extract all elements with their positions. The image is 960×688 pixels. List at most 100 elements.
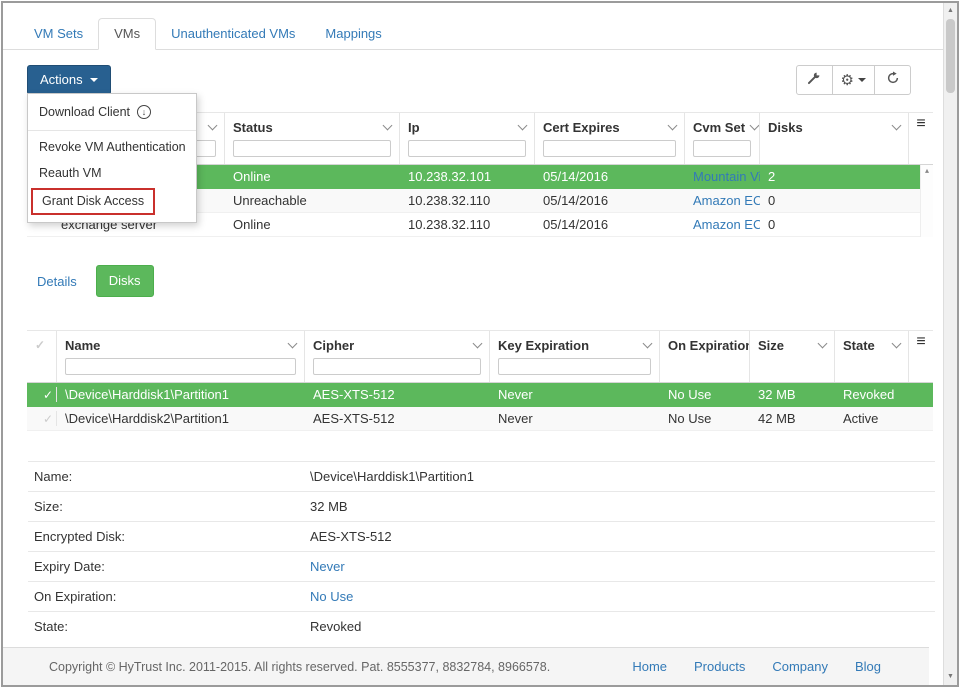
menu-item-grant-disk-access[interactable]: Grant Disk Access xyxy=(28,186,196,219)
grant-disk-access-highlight: Grant Disk Access xyxy=(31,188,155,215)
vm-column-cert-expires[interactable]: Cert Expires xyxy=(535,113,685,164)
scroll-down-arrow[interactable]: ▼ xyxy=(944,670,957,684)
wrench-button[interactable] xyxy=(796,65,833,95)
vm-cert-expires-cell: 05/14/2016 xyxy=(535,217,685,232)
detail-label: Encrypted Disk: xyxy=(28,529,310,544)
hamburger-icon: ≡ xyxy=(916,115,925,133)
check-icon[interactable]: ✓ xyxy=(35,412,53,426)
sort-chevron-icon[interactable] xyxy=(818,339,828,349)
menu-item-revoke-vm-authentication[interactable]: Revoke VM Authentication xyxy=(28,134,196,160)
detail-label: On Expiration: xyxy=(28,589,310,604)
vm-column-status[interactable]: Status xyxy=(225,113,400,164)
scrollbar-thumb[interactable] xyxy=(946,19,955,93)
subtab-details[interactable]: Details xyxy=(27,268,87,295)
filter-input-disk-name[interactable] xyxy=(65,358,296,375)
sort-chevron-icon[interactable] xyxy=(208,121,218,131)
tab-mappings[interactable]: Mappings xyxy=(310,19,396,49)
sort-chevron-icon[interactable] xyxy=(518,121,528,131)
scroll-up-icon[interactable]: ▴ xyxy=(925,166,929,175)
sort-chevron-icon[interactable] xyxy=(892,339,902,349)
detail-row-size: Size: 32 MB xyxy=(28,491,935,521)
cvm-set-link[interactable]: Mountain View xyxy=(693,169,760,184)
disk-column-name[interactable]: Name xyxy=(57,331,305,382)
main-content: VM Sets VMs Unauthenticated VMs Mappings… xyxy=(3,3,943,685)
sort-chevron-icon[interactable] xyxy=(668,121,678,131)
download-arrow-glyph: ↓ xyxy=(142,107,147,117)
column-label: Status xyxy=(233,120,273,135)
footer-link-home[interactable]: Home xyxy=(632,659,667,674)
disk-size-cell: 42 MB xyxy=(750,411,835,426)
hamburger-icon: ≡ xyxy=(916,333,925,351)
sort-chevron-icon[interactable] xyxy=(750,121,760,131)
filter-input-cert-expires[interactable] xyxy=(543,140,676,157)
menu-item-download-client[interactable]: Download Client ↓ xyxy=(28,97,196,127)
filter-input-cipher[interactable] xyxy=(313,358,481,375)
disk-state-cell: Active xyxy=(835,411,920,426)
cvm-set-link[interactable]: Amazon EC2 xyxy=(693,217,760,232)
detail-row-on-expiration: On Expiration: No Use xyxy=(28,581,935,611)
filter-input-cvm-set[interactable] xyxy=(693,140,751,157)
menu-item-reauth-vm[interactable]: Reauth VM xyxy=(28,160,196,186)
sort-chevron-icon[interactable] xyxy=(383,121,393,131)
on-expiration-link[interactable]: No Use xyxy=(310,589,353,604)
vm-ip-cell: 10.238.32.110 xyxy=(400,193,535,208)
column-label: Cvm Set xyxy=(693,120,745,135)
column-label: Name xyxy=(65,338,100,353)
footer-link-products[interactable]: Products xyxy=(694,659,745,674)
disk-details-panel: Name: \Device\Harddisk1\Partition1 Size:… xyxy=(28,461,935,641)
footer-link-company[interactable]: Company xyxy=(772,659,828,674)
cvm-set-link[interactable]: Amazon EC2 xyxy=(693,193,760,208)
disk-column-key-expiration[interactable]: Key Expiration xyxy=(490,331,660,382)
vm-cert-expires-cell: 05/14/2016 xyxy=(535,169,685,184)
sort-chevron-icon[interactable] xyxy=(892,121,902,131)
tab-unauthenticated-vms[interactable]: Unauthenticated VMs xyxy=(156,19,310,49)
refresh-button[interactable] xyxy=(874,65,911,95)
disk-columns-menu-button[interactable]: ≡ xyxy=(909,331,933,382)
gear-button[interactable]: ⚙ xyxy=(832,65,875,95)
sort-chevron-icon[interactable] xyxy=(643,339,653,349)
disk-column-on-expiration[interactable]: On Expiration xyxy=(660,331,750,382)
sort-chevron-icon[interactable] xyxy=(473,339,483,349)
actions-button[interactable]: Actions xyxy=(27,65,111,95)
disk-column-state[interactable]: State xyxy=(835,331,909,382)
vm-cvm-set-cell: Amazon EC2 xyxy=(685,217,760,232)
disk-cipher-cell: AES-XTS-512 xyxy=(305,411,490,426)
disk-row-selected[interactable]: ✓ \Device\Harddisk1\Partition1 AES-XTS-5… xyxy=(27,383,933,407)
actions-dropdown-menu: Download Client ↓ Revoke VM Authenticati… xyxy=(27,93,197,223)
column-label: Cert Expires xyxy=(543,120,620,135)
wrench-icon xyxy=(807,71,821,89)
filter-input-key-expiration[interactable] xyxy=(498,358,651,375)
subtab-disks[interactable]: Disks xyxy=(96,265,154,297)
caret-down-icon xyxy=(90,78,98,82)
tab-vm-sets[interactable]: VM Sets xyxy=(19,19,98,49)
check-icon[interactable]: ✓ xyxy=(35,388,53,402)
column-label: Disks xyxy=(768,120,803,135)
expiry-date-link[interactable]: Never xyxy=(310,559,345,574)
vm-column-ip[interactable]: Ip xyxy=(400,113,535,164)
vm-columns-menu-button[interactable]: ≡ xyxy=(909,113,933,164)
filter-input-status[interactable] xyxy=(233,140,391,157)
vm-disks-cell: 0 xyxy=(760,193,921,208)
column-label: On Expiration xyxy=(668,338,750,353)
disk-column-cipher[interactable]: Cipher xyxy=(305,331,490,382)
tab-vms[interactable]: VMs xyxy=(98,18,156,50)
disk-column-size[interactable]: Size xyxy=(750,331,835,382)
refresh-icon xyxy=(886,71,900,89)
scroll-up-arrow[interactable]: ▲ xyxy=(944,4,957,18)
disk-row[interactable]: ✓ \Device\Harddisk2\Partition1 AES-XTS-5… xyxy=(27,407,933,431)
disk-on-expiration-cell: No Use xyxy=(660,411,750,426)
vm-ip-cell: 10.238.32.101 xyxy=(400,169,535,184)
vm-column-disks[interactable]: Disks xyxy=(760,113,909,164)
vm-toolbar: Actions ⚙ xyxy=(27,65,911,95)
disk-cipher-cell: AES-XTS-512 xyxy=(305,387,490,402)
vm-table-scrollbar[interactable]: ▴ xyxy=(920,165,933,237)
disk-column-select-all[interactable]: ✓ xyxy=(27,331,57,382)
vm-status-cell: Unreachable xyxy=(225,193,400,208)
detail-label: State: xyxy=(28,619,310,634)
vm-column-cvm-set[interactable]: Cvm Set xyxy=(685,113,760,164)
detail-value: AES-XTS-512 xyxy=(310,529,392,544)
page-scrollbar[interactable]: ▲ ▼ xyxy=(943,3,957,685)
sort-chevron-icon[interactable] xyxy=(288,339,298,349)
footer-link-blog[interactable]: Blog xyxy=(855,659,881,674)
filter-input-ip[interactable] xyxy=(408,140,526,157)
